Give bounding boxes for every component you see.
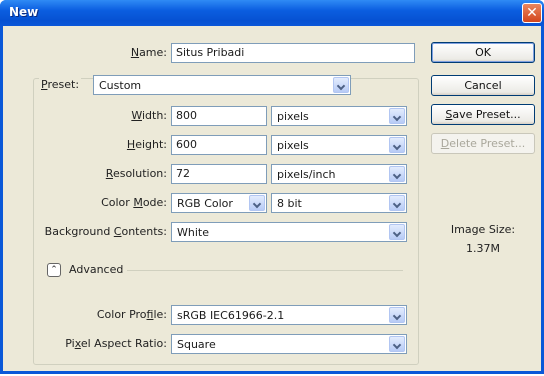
advanced-label[interactable]: Advanced [69, 263, 123, 276]
resolution-label: Resolution: [105, 167, 167, 180]
dialog-title: New [9, 5, 39, 19]
dialog-window: New ✕ Name: Situs Pribadi Preset: Custom… [0, 0, 544, 374]
resolution-unit-value: pixels/inch [277, 168, 336, 181]
color-profile-value: sRGB IEC61966-2.1 [177, 309, 285, 322]
width-unit-value: pixels [277, 110, 309, 123]
chevron-down-icon[interactable] [389, 108, 405, 124]
title-bar[interactable]: New ✕ [0, 0, 544, 26]
preset-select[interactable]: Custom [93, 75, 351, 95]
chevron-down-icon[interactable] [333, 77, 349, 93]
color-mode-select[interactable]: RGB Color [171, 193, 267, 213]
background-contents-value: White [177, 226, 209, 239]
chevron-down-icon[interactable] [389, 137, 405, 153]
chevron-down-icon[interactable] [389, 195, 405, 211]
delete-preset-button: Delete Preset... [431, 133, 535, 154]
height-unit-select[interactable]: pixels [271, 135, 407, 155]
height-input[interactable]: 600 [171, 135, 267, 155]
pixel-aspect-value: Square [177, 338, 216, 351]
bit-depth-value: 8 bit [277, 197, 302, 210]
cancel-button[interactable]: Cancel [431, 75, 535, 96]
resolution-unit-select[interactable]: pixels/inch [271, 164, 407, 184]
chevron-down-icon[interactable] [249, 195, 265, 211]
height-unit-value: pixels [277, 139, 309, 152]
save-preset-button[interactable]: Save Preset... [431, 104, 535, 125]
collapse-icon[interactable]: ⌃ [47, 263, 61, 277]
background-contents-select[interactable]: White [171, 222, 407, 242]
height-label: Height: [126, 138, 167, 151]
color-mode-value: RGB Color [177, 197, 233, 210]
close-icon: ✕ [526, 5, 538, 21]
chevron-down-icon[interactable] [389, 166, 405, 182]
width-label: Width: [131, 109, 167, 122]
image-size-label: Image Size: [450, 223, 516, 236]
resolution-input[interactable]: 72 [171, 164, 267, 184]
preset-label: Preset: [39, 78, 82, 91]
bit-depth-select[interactable]: 8 bit [271, 193, 407, 213]
name-label: Name: [130, 46, 167, 59]
pixel-aspect-label: Pixel Aspect Ratio: [65, 337, 167, 350]
chevron-down-icon[interactable] [389, 307, 405, 323]
advanced-separator [127, 270, 403, 271]
name-input[interactable]: Situs Pribadi [171, 43, 415, 63]
width-unit-select[interactable]: pixels [271, 106, 407, 126]
chevron-down-icon[interactable] [389, 336, 405, 352]
preset-value: Custom [99, 79, 142, 92]
dialog-body: Name: Situs Pribadi Preset: Custom Width… [3, 26, 541, 371]
chevron-down-icon[interactable] [389, 224, 405, 240]
color-mode-label: Color Mode: [101, 196, 167, 209]
width-input[interactable]: 800 [171, 106, 267, 126]
color-profile-select[interactable]: sRGB IEC61966-2.1 [171, 305, 407, 325]
close-button[interactable]: ✕ [522, 3, 542, 23]
pixel-aspect-select[interactable]: Square [171, 334, 407, 354]
color-profile-label: Color Profile: [96, 308, 167, 321]
ok-button[interactable]: OK [431, 42, 535, 63]
image-size-value: 1.37M [466, 242, 500, 255]
background-contents-label: Background Contents: [44, 225, 167, 238]
